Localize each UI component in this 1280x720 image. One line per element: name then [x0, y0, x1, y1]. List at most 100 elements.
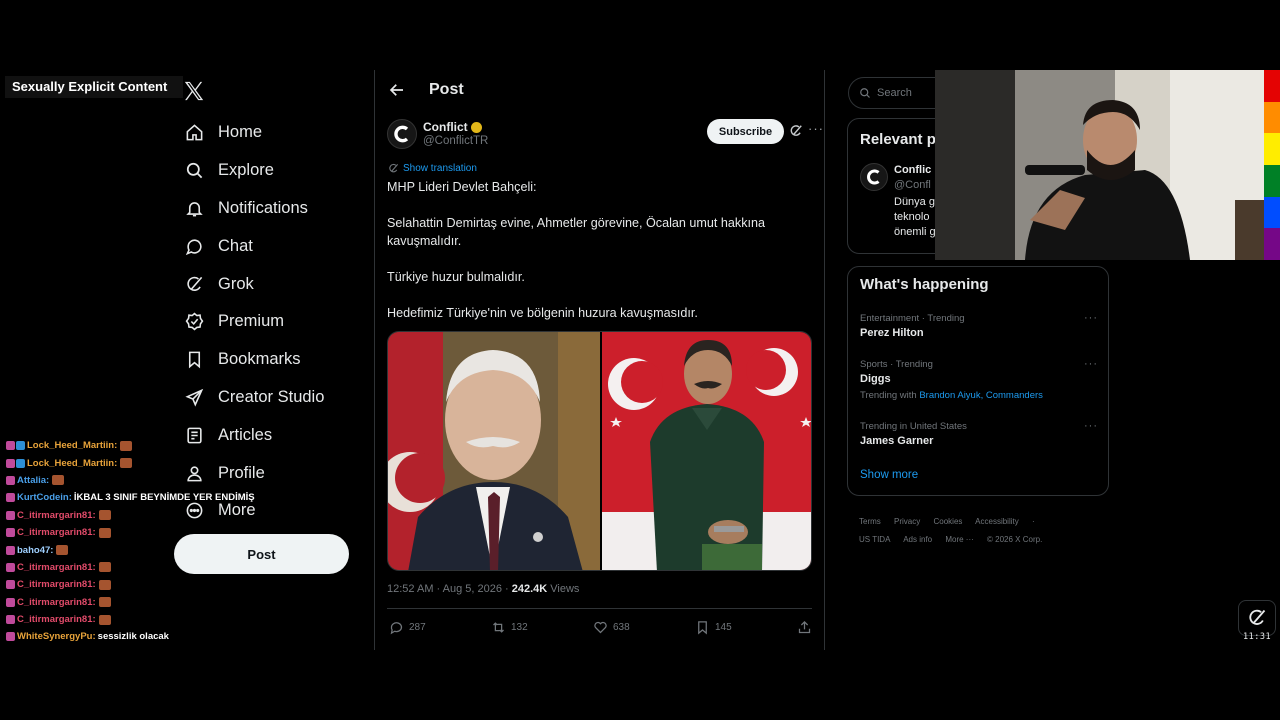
chat-username[interactable]: C_itirmargarin81:	[17, 562, 96, 573]
chat-username[interactable]: Attalia:	[17, 475, 49, 486]
search-icon	[860, 88, 870, 98]
trend-with-links[interactable]: Brandon Aiyuk, Commanders	[919, 390, 1043, 401]
footer-link-accessibility[interactable]: Accessibility	[975, 517, 1019, 526]
subscribe-button[interactable]: Subscribe	[707, 119, 784, 144]
author-name[interactable]: Conflict	[423, 120, 488, 134]
more-options-icon[interactable]: ···	[1084, 420, 1098, 432]
chat-username[interactable]: WhiteSynergyPu:	[17, 631, 96, 642]
home-icon	[183, 122, 205, 144]
show-more-link[interactable]: Show more	[860, 469, 918, 481]
chat-username[interactable]: C_itirmargarin81:	[17, 579, 96, 590]
clock: 11:31	[1243, 632, 1272, 642]
chat-username[interactable]: C_itirmargarin81:	[17, 510, 96, 521]
trend-item[interactable]: Entertainment · Trending Perez Hilton ··…	[860, 312, 1098, 339]
post-timestamp: 12:52 AM · Aug 5, 2026 · 242.4K Views	[387, 583, 579, 595]
post-header: Post	[375, 70, 824, 110]
relevant-user[interactable]: Conflic @Confl Dünya g teknolo önemli g	[860, 163, 936, 240]
nav-item-bookmarks[interactable]: Bookmarks	[182, 341, 372, 379]
bookmark-button[interactable]: 145	[695, 620, 732, 635]
more-options-icon[interactable]: ···	[808, 121, 824, 136]
chat-username[interactable]: KurtCodein:	[17, 492, 72, 503]
reply-button[interactable]: 287	[389, 620, 426, 635]
grok-floating-button[interactable]	[1238, 600, 1276, 636]
back-arrow-icon[interactable]	[388, 81, 406, 99]
chat-message: C_itirmargarin81:	[6, 524, 276, 541]
post-detail-column: Post Conflict @ConflictTR Subscribe ··· …	[375, 70, 824, 650]
like-button[interactable]: 638	[593, 620, 630, 635]
author-handle[interactable]: @ConflictTR	[423, 135, 488, 147]
nav-item-explore[interactable]: Explore	[182, 152, 372, 190]
post-actions: 287 132 638 145	[389, 620, 812, 635]
relevant-user-bio: teknolo	[894, 211, 930, 223]
chat-badge-icon	[6, 493, 15, 503]
heart-icon	[594, 621, 607, 634]
chat-username[interactable]: baho47:	[17, 545, 53, 556]
more-options-icon[interactable]: ···	[1084, 312, 1098, 324]
chat-badge-icon	[6, 458, 25, 468]
chat-message: baho47:	[6, 541, 276, 558]
chat-badge-icon	[6, 632, 15, 642]
nav-item-home[interactable]: Home	[182, 114, 372, 152]
footer-link-terms[interactable]: Terms	[859, 517, 881, 526]
x-logo-icon[interactable]	[183, 80, 205, 102]
bell-icon	[183, 197, 205, 219]
show-translation-link[interactable]: Show translation	[388, 163, 477, 174]
avatar[interactable]	[387, 119, 417, 149]
nav-label: Bookmarks	[218, 350, 301, 369]
media-photo-left[interactable]	[388, 332, 600, 570]
chat-username[interactable]: C_itirmargarin81:	[17, 597, 96, 608]
avatar[interactable]	[860, 163, 888, 191]
chat-message: Lock_Heed_Martiin:	[6, 454, 276, 471]
nav-item-creator-studio[interactable]: Creator Studio	[182, 379, 372, 417]
media-photo-right[interactable]	[599, 332, 811, 570]
chat-badge-icon	[6, 475, 15, 485]
show-translation-text: Show translation	[403, 163, 477, 174]
trend-name: Perez Hilton	[860, 327, 924, 339]
views-count: 242.4K	[511, 583, 548, 595]
chat-badge-icon	[6, 597, 15, 607]
post-author: Conflict @ConflictTR Subscribe ···	[387, 119, 823, 149]
trend-item[interactable]: Trending in United States James Garner ·…	[860, 420, 1098, 447]
trend-item[interactable]: Sports · Trending Diggs Trending with Br…	[860, 358, 1098, 401]
post-media[interactable]	[387, 331, 812, 571]
more-options-icon[interactable]: ···	[1084, 358, 1098, 370]
chat-emote-icon	[98, 510, 111, 521]
share-button[interactable]	[797, 620, 812, 635]
whats-happening-panel: What's happening Entertainment · Trendin…	[847, 266, 1109, 496]
nav-label: Notifications	[218, 198, 308, 217]
chat-username[interactable]: C_itirmargarin81:	[17, 614, 96, 625]
chat-username[interactable]: Lock_Heed_Martiin:	[27, 458, 117, 469]
chat-message: C_itirmargarin81:	[6, 611, 276, 628]
chat-message: C_itirmargarin81:	[6, 594, 276, 611]
timestamp-text: 12:52 AM · Aug 5, 2026 ·	[387, 583, 512, 595]
footer-link-more[interactable]: More ···	[945, 535, 973, 544]
author-name-text: Conflict	[423, 120, 468, 134]
chat-username[interactable]: C_itirmargarin81:	[17, 527, 96, 538]
footer-link-ads-info[interactable]: Ads info	[903, 535, 932, 544]
webcam-overlay	[935, 70, 1264, 260]
nav-item-grok[interactable]: Grok	[182, 265, 372, 303]
reply-icon	[390, 622, 403, 635]
relevant-user-handle: @Confl	[894, 179, 931, 191]
reply-count: 287	[409, 622, 426, 633]
portrait-photo	[601, 332, 811, 570]
chat-emote-icon	[98, 562, 111, 573]
nav-item-premium[interactable]: Premium	[182, 303, 372, 341]
post-text: MHP Lideri Devlet Bahçeli: Selahattin De…	[387, 178, 812, 340]
chat-emote-icon	[56, 545, 69, 556]
repost-button[interactable]: 132	[491, 620, 528, 635]
trend-name: James Garner	[860, 435, 934, 447]
chat-username[interactable]: Lock_Heed_Martiin:	[27, 440, 117, 451]
portrait-photo	[388, 332, 600, 570]
grok-icon[interactable]	[789, 124, 803, 138]
relevant-user-bio: önemli g	[894, 226, 936, 238]
verified-badge-icon	[470, 121, 482, 133]
footer-link-us-tida[interactable]: US TIDA	[859, 535, 890, 544]
footer-link-cookies[interactable]: Cookies	[933, 517, 962, 526]
repost-count: 132	[511, 622, 528, 633]
footer-link-privacy[interactable]: Privacy	[894, 517, 920, 526]
panel-title: What's happening	[860, 276, 989, 293]
nav-item-notifications[interactable]: Notifications	[182, 190, 372, 228]
chat-message: Attalia:	[6, 472, 276, 489]
nav-item-chat[interactable]: Chat	[182, 227, 372, 265]
